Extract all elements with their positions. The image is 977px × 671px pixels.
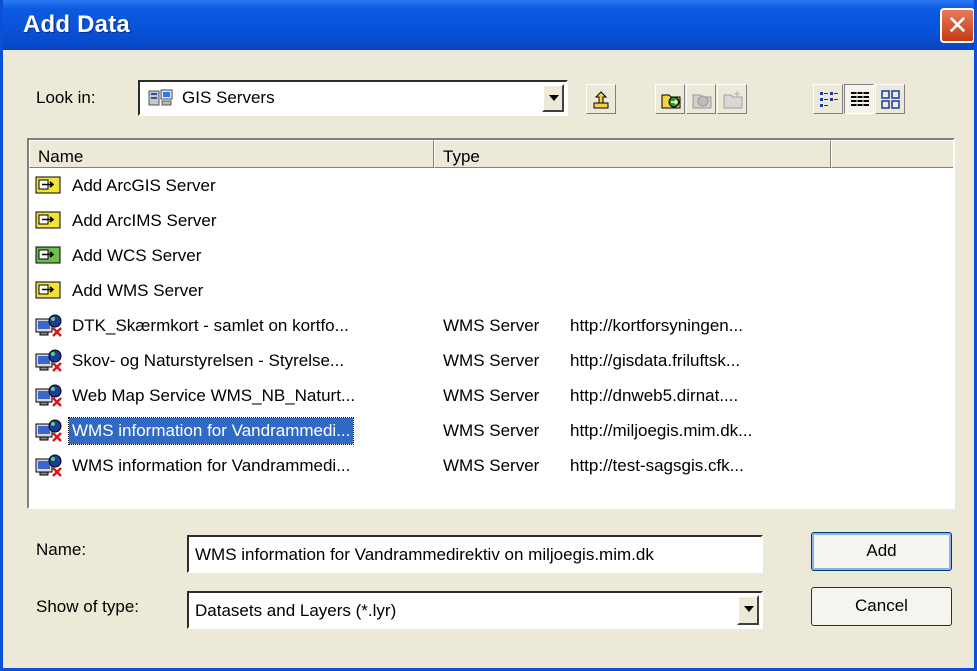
- list-view-button[interactable]: [813, 84, 843, 114]
- new-folder-icon: [723, 90, 743, 109]
- list-item-name: WMS information for Vandrammedi...: [67, 417, 355, 445]
- up-one-level-icon: [593, 91, 609, 109]
- chevron-down-icon[interactable]: [737, 595, 759, 625]
- list-item[interactable]: Web Map Service WMS_NB_Naturt... WMS Serv…: [31, 380, 951, 412]
- list-item-type: WMS Server: [443, 386, 540, 405]
- list-item[interactable]: WMS information for Vandrammedi... WMS Se…: [31, 415, 951, 447]
- look-in-label: Look in:: [36, 88, 96, 107]
- column-header-extra[interactable]: [831, 140, 953, 168]
- list-item-name: Add ArcIMS Server: [72, 211, 217, 230]
- list-item[interactable]: Add ArcGIS Server: [31, 170, 951, 202]
- connect-to-folder-button[interactable]: [655, 84, 685, 114]
- chevron-down-icon[interactable]: [542, 84, 564, 112]
- details-view-button[interactable]: [844, 84, 874, 114]
- add-server-icon: [35, 174, 63, 201]
- list-item[interactable]: Add WCS Server: [31, 240, 951, 272]
- list-item-name: Add WCS Server: [72, 246, 202, 265]
- wms-server-icon: [35, 454, 65, 483]
- list-item-name: Skov- og Naturstyrelsen - Styrelse...: [72, 351, 345, 370]
- column-header-type[interactable]: Type: [434, 140, 831, 168]
- name-input-value: WMS information for Vandrammedirektiv on…: [195, 545, 654, 564]
- add-server-icon: [35, 209, 63, 236]
- column-header-name[interactable]: Name: [29, 140, 434, 168]
- list-item-url: http://gisdata.friluftsk...: [570, 351, 741, 370]
- list-item-url: http://test-sagsgis.cfk...: [570, 456, 744, 475]
- add-server-icon: [35, 279, 63, 306]
- list-item-url: http://dnweb5.dirnat....: [570, 386, 739, 405]
- list-item[interactable]: Add ArcIMS Server: [31, 205, 951, 237]
- list-item-name: DTK_Skærmkort - samlet on kortfo...: [72, 316, 349, 335]
- list-item[interactable]: Add WMS Server: [31, 275, 951, 307]
- connect-to-folder-icon: [661, 94, 681, 109]
- show-of-type-value: Datasets and Layers (*.lyr): [195, 601, 397, 620]
- list-item-name: Web Map Service WMS_NB_Naturt...: [72, 386, 356, 405]
- close-button[interactable]: ✕: [940, 8, 974, 43]
- wms-server-icon: [35, 384, 65, 413]
- thumbnails-view-button[interactable]: [875, 84, 905, 114]
- disconnect-folder-icon: [692, 94, 712, 109]
- title-bar[interactable]: Add Data ✕: [3, 0, 974, 50]
- add-button[interactable]: Add: [811, 532, 952, 571]
- disconnect-folder-button[interactable]: [686, 84, 716, 114]
- thumbnails-view-icon: [881, 90, 900, 109]
- show-of-type-dropdown[interactable]: Datasets and Layers (*.lyr): [187, 591, 763, 629]
- up-one-level-button[interactable]: [586, 84, 616, 114]
- list-item-name: WMS information for Vandrammedi...: [72, 456, 351, 475]
- add-data-dialog: Add Data ✕ Look in: GIS Servers Name Typ…: [0, 0, 977, 671]
- wms-server-icon: [35, 419, 65, 448]
- list-item-type: WMS Server: [443, 456, 540, 475]
- new-folder-button[interactable]: [717, 84, 747, 114]
- add-wcs-server-icon: [35, 244, 63, 271]
- list-view-icon: [820, 92, 838, 107]
- list-item-type: WMS Server: [443, 316, 540, 335]
- name-label: Name:: [36, 540, 87, 559]
- look-in-value: GIS Servers: [182, 88, 275, 107]
- list-item[interactable]: DTK_Skærmkort - samlet on kortfo... WMS S…: [31, 310, 951, 342]
- list-item[interactable]: Skov- og Naturstyrelsen - Styrelse... WMS…: [31, 345, 951, 377]
- wms-server-icon: [35, 349, 65, 378]
- list-item-type: WMS Server: [443, 351, 540, 370]
- look-in-dropdown[interactable]: GIS Servers: [138, 80, 568, 116]
- list-item[interactable]: WMS information for Vandrammedi... WMS Se…: [31, 450, 951, 482]
- show-of-type-label: Show of type:: [36, 597, 140, 616]
- server-list[interactable]: Name Type Add ArcGIS Server Add ArcIMS Se…: [27, 138, 955, 509]
- name-input[interactable]: WMS information for Vandrammedirektiv on…: [187, 535, 763, 573]
- cancel-button[interactable]: Cancel: [811, 587, 952, 626]
- gis-servers-icon: [148, 88, 174, 113]
- list-item-url: http://miljoegis.mim.dk...: [570, 421, 753, 440]
- details-view-icon: [851, 91, 869, 107]
- list-item-name: Add WMS Server: [72, 281, 204, 300]
- list-item-name: Add ArcGIS Server: [72, 176, 216, 195]
- list-item-type: WMS Server: [443, 421, 540, 440]
- wms-server-icon: [35, 314, 65, 343]
- list-item-url: http://kortforsyningen...: [570, 316, 743, 335]
- dialog-title: Add Data: [23, 11, 130, 38]
